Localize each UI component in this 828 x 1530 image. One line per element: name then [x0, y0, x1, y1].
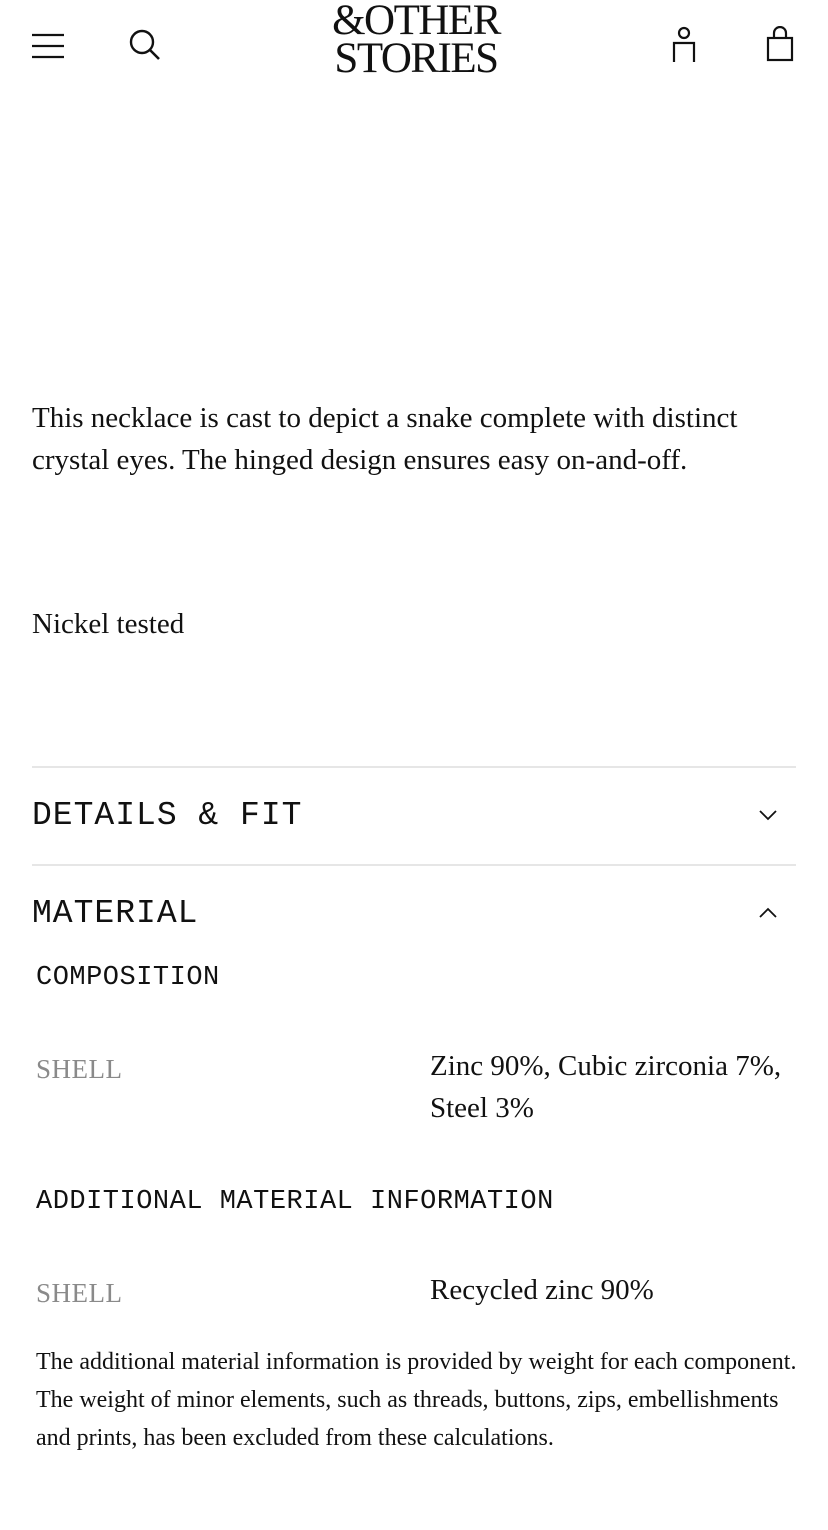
product-description: This necklace is cast to depict a snake … — [32, 402, 738, 476]
composition-heading: COMPOSITION — [36, 963, 220, 993]
accordion-material[interactable]: MATERIAL — [32, 866, 796, 962]
additional-material-label: SHELL — [36, 1278, 123, 1308]
product-note: Nickel tested — [32, 608, 185, 640]
additional-material-value: Recycled zinc 90% — [430, 1274, 654, 1306]
chevron-down-icon — [758, 808, 778, 822]
accordion-title: MATERIAL — [32, 895, 199, 932]
accordion-details-fit[interactable]: DETAILS & FIT — [32, 768, 796, 864]
site-header: &OTHER STORIES — [0, 0, 828, 92]
chevron-up-icon — [758, 906, 778, 920]
menu-icon[interactable] — [32, 32, 66, 60]
account-icon[interactable] — [668, 26, 700, 64]
material-footnote: The additional material information is p… — [36, 1349, 797, 1451]
additional-material-heading: ADDITIONAL MATERIAL INFORMATION — [36, 1187, 554, 1217]
accordion-title: DETAILS & FIT — [32, 797, 303, 834]
composition-value: Zinc 90%, Cubic zirconia 7%, Steel 3% — [430, 1050, 782, 1124]
composition-label: SHELL — [36, 1054, 123, 1084]
search-icon[interactable] — [128, 28, 162, 62]
logo-line-2: STORIES — [334, 35, 499, 82]
shopping-bag-icon[interactable] — [764, 25, 796, 64]
brand-logo[interactable]: &OTHER STORIES — [300, 0, 532, 82]
